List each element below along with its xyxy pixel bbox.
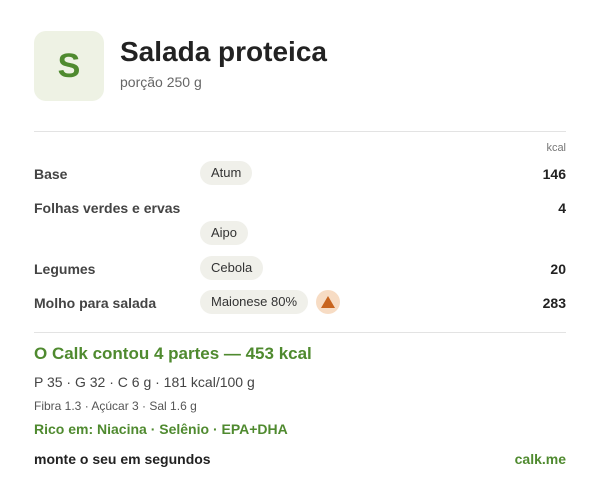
- kcal-column-header: kcal: [546, 142, 566, 154]
- recipe-title: Salada proteica: [120, 36, 327, 67]
- ingredient-row: Base Atum 146: [34, 161, 566, 187]
- summary-divider: [34, 332, 566, 333]
- row-label: Base: [34, 166, 68, 182]
- footer-cta: monte o seu em segundos: [34, 451, 211, 467]
- header-divider: [34, 131, 566, 132]
- ingredient-chip[interactable]: Aipo: [200, 221, 249, 245]
- row-label: Folhas verdes e ervas: [34, 200, 181, 216]
- macros-line: P 35 · G 32 · C 6 g · 181 kcal/100 g: [34, 374, 255, 390]
- row-label: Molho para salada: [34, 295, 157, 311]
- rich-in-line: Rico em: Niacina · Selênio · EPA+DHA: [34, 421, 288, 437]
- row-kcal: 146: [542, 166, 566, 182]
- ingredient-chip[interactable]: Cebola: [200, 256, 264, 280]
- ingredient-row: Folhas verdes e ervas 4: [34, 195, 566, 221]
- ingredient-row: Aipo: [34, 221, 566, 247]
- footer-link[interactable]: calk.me: [515, 451, 566, 467]
- ingredient-chip[interactable]: Maionese 80%: [200, 290, 308, 314]
- warning-triangle-icon[interactable]: [316, 290, 340, 314]
- avatar-letter: S: [57, 46, 81, 85]
- summary-headline: O Calk contou 4 partes — 453 kcal: [34, 344, 312, 363]
- portion-size: porção 250 g: [120, 74, 202, 90]
- recipe-avatar: S: [34, 31, 104, 101]
- ingredient-row: Legumes Cebola 20: [34, 256, 566, 282]
- row-label: Legumes: [34, 261, 96, 277]
- ingredient-row: Molho para salada Maionese 80% 283: [34, 290, 566, 316]
- recipe-header: S Salada proteica porção 250 g: [34, 31, 574, 103]
- row-kcal: 283: [542, 295, 566, 311]
- warning-triangle-shape: [321, 296, 335, 308]
- row-kcal: 20: [550, 261, 566, 277]
- micros-line: Fibra 1.3 · Açúcar 3 · Sal 1.6 g: [34, 399, 197, 413]
- ingredient-chip[interactable]: Atum: [200, 161, 253, 185]
- row-kcal: 4: [558, 200, 566, 216]
- nutrition-card: S Salada proteica porção 250 g kcal Base…: [0, 0, 600, 482]
